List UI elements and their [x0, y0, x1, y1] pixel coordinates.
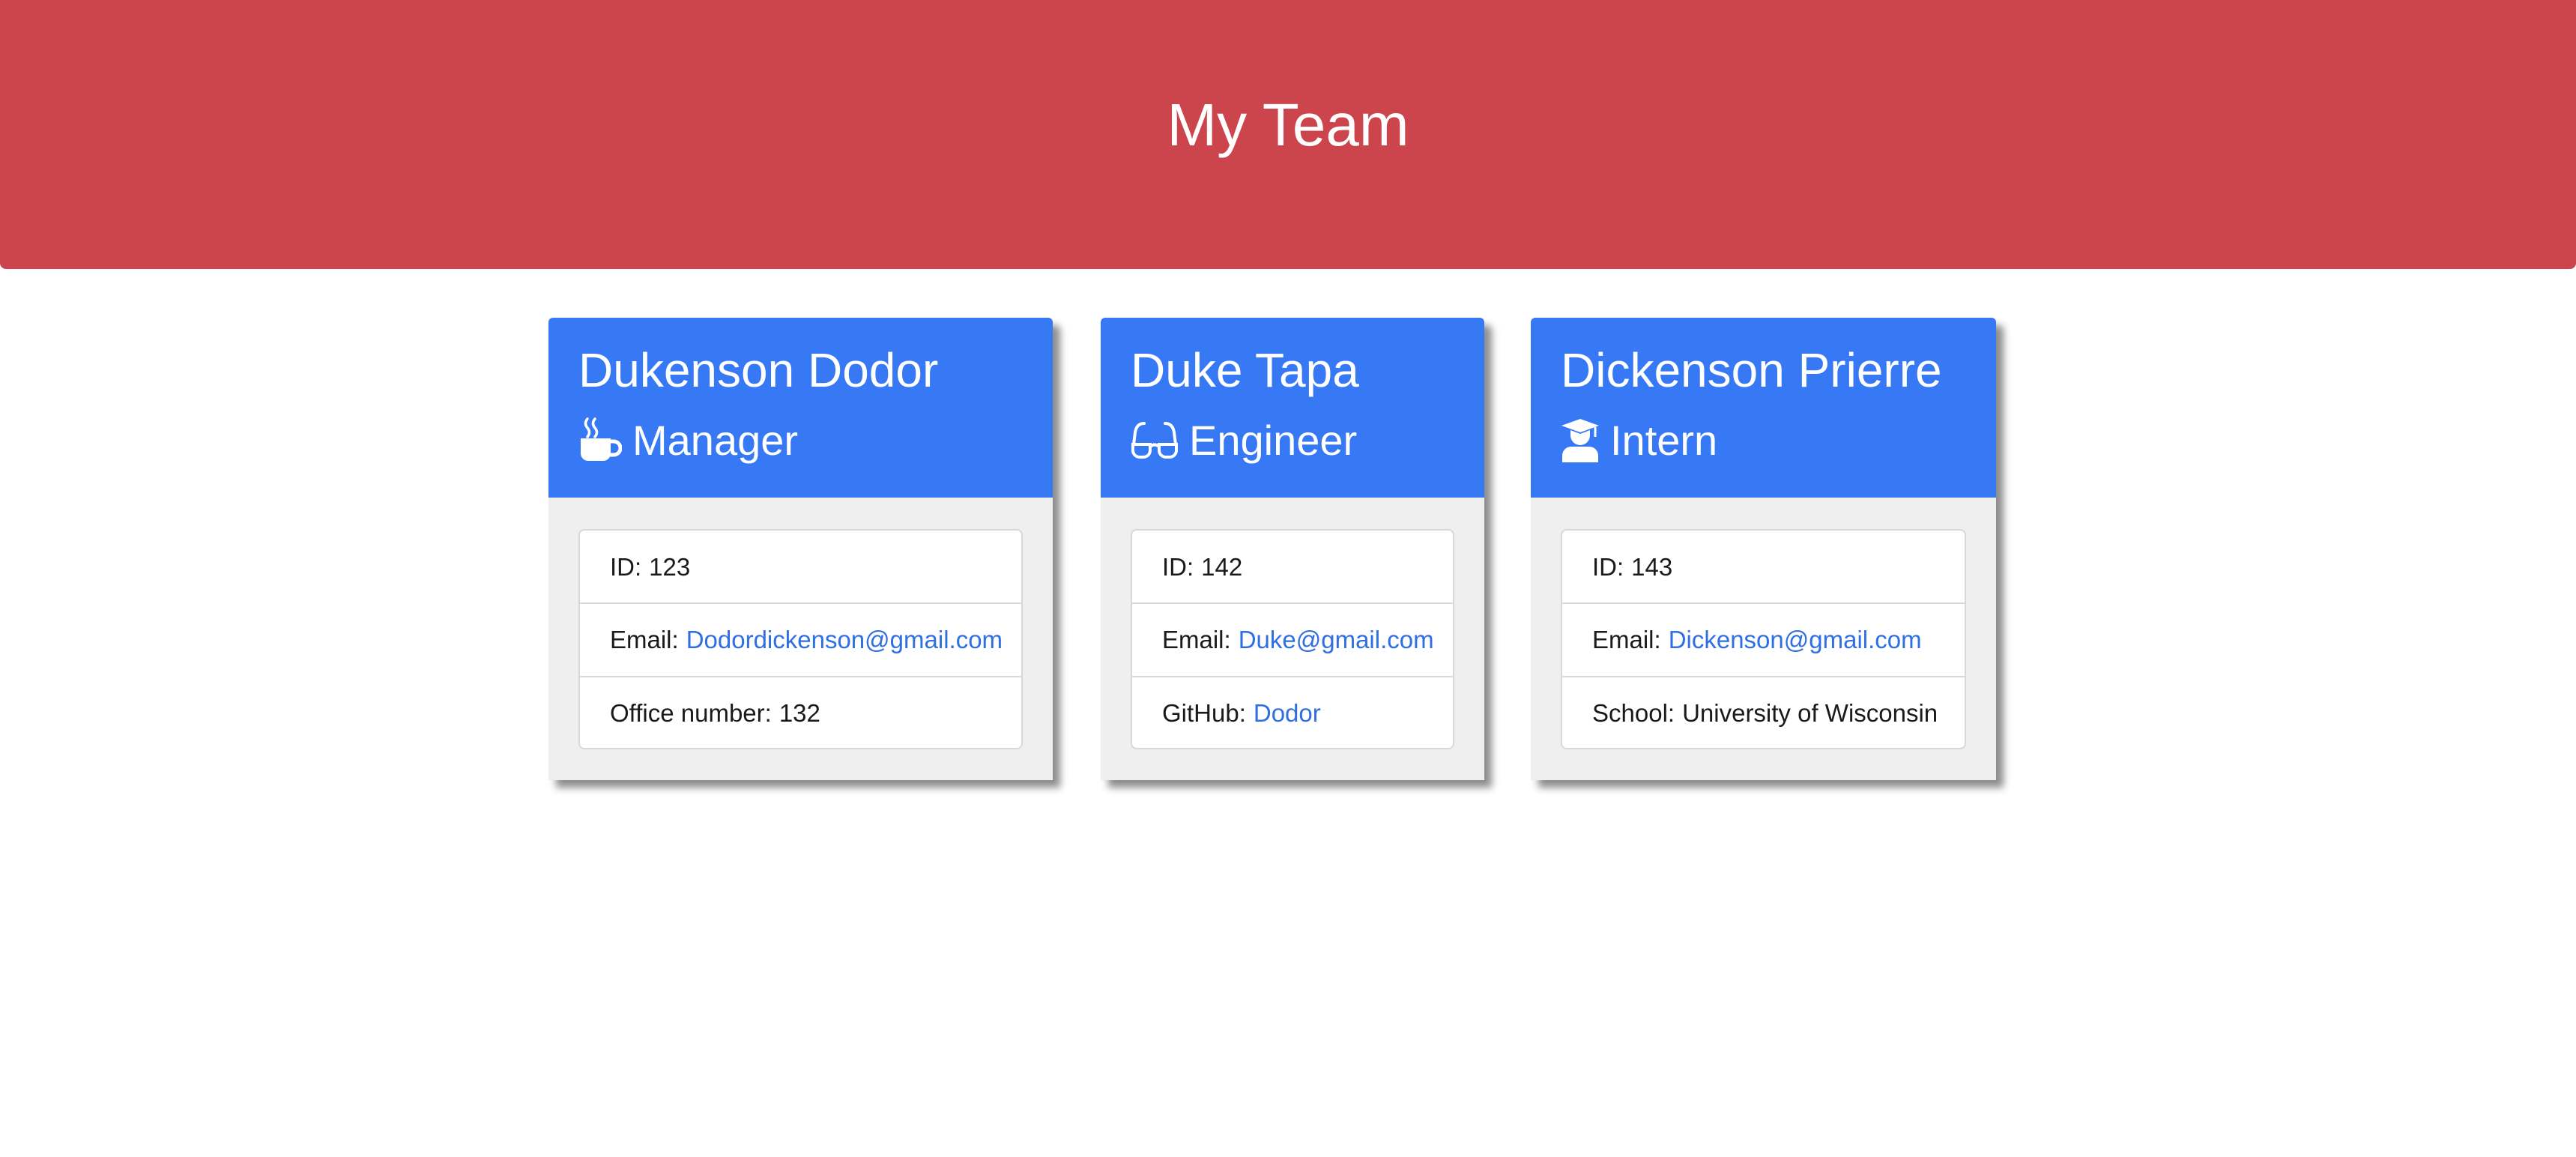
list-item-email: Email: Dickenson@gmail.com: [1562, 602, 1965, 676]
list-item-github: GitHub: Dodor: [1132, 676, 1453, 749]
card-header: Dukenson Dodor Manager: [548, 318, 1053, 498]
email-link[interactable]: Duke@gmail.com: [1239, 626, 1434, 654]
employee-card-intern: Dickenson Prierre Intern ID: 143 Email: …: [1531, 318, 1996, 780]
id-label: ID:: [1592, 553, 1624, 581]
list-item-office-number: Office number: 132: [580, 676, 1021, 749]
id-label: ID:: [1162, 553, 1194, 581]
employee-role: Intern: [1561, 410, 1717, 470]
role-label: Engineer: [1189, 416, 1358, 464]
email-link[interactable]: Dickenson@gmail.com: [1669, 626, 1922, 654]
office-number-label: Office number:: [610, 699, 772, 727]
office-number-value: 132: [778, 699, 820, 727]
list-item-email: Email: Dodordickenson@gmail.com: [580, 602, 1021, 676]
id-value: 143: [1631, 553, 1673, 581]
page-title: My Team: [1167, 91, 1409, 158]
graduate-icon: [1561, 416, 1600, 464]
employee-card-engineer: Duke Tapa Engineer ID: 142 Email: Duke@g…: [1101, 318, 1484, 780]
employee-role: Manager: [578, 410, 798, 470]
github-link[interactable]: Dodor: [1254, 699, 1321, 728]
info-list: ID: 142 Email: Duke@gmail.com GitHub: Do…: [1131, 529, 1454, 749]
email-label: Email:: [1592, 626, 1661, 653]
card-header: Dickenson Prierre Intern: [1531, 318, 1996, 498]
role-label: Intern: [1610, 416, 1718, 464]
employee-name: Duke Tapa: [1131, 343, 1359, 397]
list-item-id: ID: 143: [1562, 531, 1965, 604]
list-item-id: ID: 123: [580, 531, 1021, 604]
info-list: ID: 123 Email: Dodordickenson@gmail.com …: [578, 529, 1023, 749]
card-header: Duke Tapa Engineer: [1101, 318, 1484, 498]
page-header: My Team: [0, 0, 2576, 269]
email-link[interactable]: Dodordickenson@gmail.com: [686, 626, 1003, 654]
id-value: 123: [649, 553, 691, 581]
employee-role: Engineer: [1131, 410, 1357, 470]
school-value: University of Wisconsin: [1682, 699, 1938, 727]
employee-name: Dickenson Prierre: [1561, 343, 1942, 397]
employee-name: Dukenson Dodor: [578, 343, 939, 397]
github-label: GitHub:: [1162, 699, 1246, 727]
school-label: School:: [1592, 699, 1675, 727]
id-label: ID:: [610, 553, 642, 581]
email-label: Email:: [610, 626, 679, 653]
id-value: 142: [1201, 553, 1243, 581]
list-item-email: Email: Duke@gmail.com: [1132, 602, 1453, 676]
glasses-icon: [1131, 416, 1179, 464]
list-item-school: School: University of Wisconsin: [1562, 676, 1965, 749]
employee-card-manager: Dukenson Dodor Manager ID: 123 Email: Do…: [548, 318, 1053, 780]
list-item-id: ID: 142: [1132, 531, 1453, 604]
role-label: Manager: [632, 416, 799, 464]
info-list: ID: 143 Email: Dickenson@gmail.com Schoo…: [1561, 529, 1966, 749]
coffee-mug-icon: [578, 416, 622, 464]
email-label: Email:: [1162, 626, 1231, 653]
